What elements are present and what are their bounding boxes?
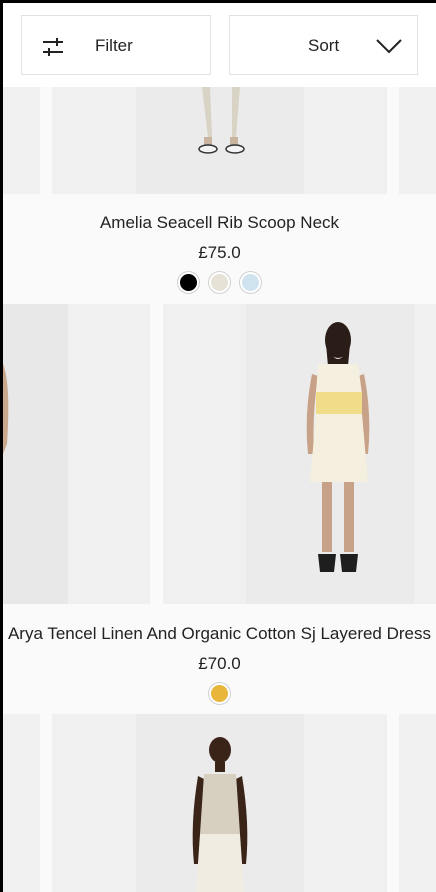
color-swatches (3, 683, 436, 705)
product-name[interactable]: Amelia Seacell Rib Scoop Neck (3, 213, 436, 233)
toolbar: Filter Sort (3, 3, 436, 87)
sliders-icon (42, 38, 64, 56)
color-swatch-cream[interactable] (209, 272, 230, 293)
product-price: £75.0 (198, 243, 241, 262)
color-swatch-yellow[interactable] (209, 683, 230, 704)
product-image[interactable] (52, 87, 387, 194)
product-image[interactable] (52, 714, 387, 892)
product-image-next[interactable] (399, 87, 436, 194)
product-photo (136, 714, 304, 892)
product-photo (136, 87, 304, 194)
sort-label: Sort (308, 36, 340, 55)
filter-button[interactable]: Filter (21, 15, 211, 75)
product-image-next[interactable] (399, 714, 436, 892)
product-listing-screen: Filter Sort Amelia Seacell Rib Scoop Nec… (3, 3, 436, 892)
product-photo (3, 304, 68, 604)
sort-dropdown[interactable]: Sort (229, 15, 418, 75)
product-image-prev[interactable] (3, 87, 40, 194)
product-image-prev[interactable] (3, 304, 150, 604)
color-swatches (3, 272, 436, 294)
chevron-down-icon (376, 38, 402, 54)
color-swatch-light-blue[interactable] (240, 272, 261, 293)
filter-label: Filter (95, 36, 133, 55)
product-image[interactable] (163, 304, 436, 604)
color-swatch-black[interactable] (178, 272, 199, 293)
product-price: £70.0 (198, 654, 241, 673)
product-name[interactable]: Arya Tencel Linen And Organic Cotton Sj … (3, 624, 436, 644)
product-photo (246, 304, 414, 604)
product-image-prev[interactable] (3, 714, 40, 892)
